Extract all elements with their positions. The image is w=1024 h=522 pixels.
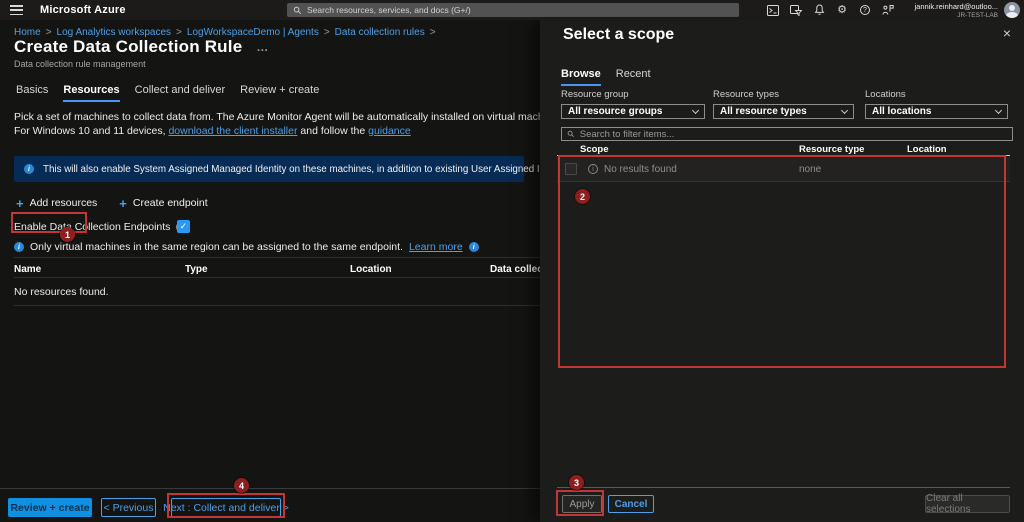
info-icon: i [588,164,598,174]
download-client-installer-link[interactable]: download the client installer [168,125,297,137]
chevron-down-icon [994,106,1003,114]
info-banner-text: This will also enable System Assigned Ma… [43,163,612,175]
scope-empty-row: i No results found none [557,156,1010,182]
tab-recent[interactable]: Recent [616,68,651,86]
search-icon [567,130,574,138]
page-subtitle: Data collection rule management [14,59,146,69]
locations-dropdown[interactable]: All locations [865,104,1008,119]
hamburger-menu-icon[interactable] [10,5,24,15]
tab-review-create[interactable]: Review + create [240,84,319,102]
scope-table-header: Scope Resource type Location [557,144,1010,156]
topbar-icons: ⚙ ? [767,0,894,20]
search-icon [293,6,302,14]
account-tenant: JR-TEST-LAB [957,12,998,19]
tab-basics[interactable]: Basics [16,84,48,102]
top-bar: Microsoft Azure ⚙ ? jannik.reinhard@outl… [0,0,1024,20]
tab-collect-and-deliver[interactable]: Collect and deliver [135,84,226,102]
locations-label: Locations [865,89,906,100]
breadcrumb-separator: > [429,27,436,38]
panel-tabs: Browse Recent [561,68,651,86]
cloud-shell-icon[interactable] [767,4,779,16]
annotation-badge-1: 1 [60,227,75,242]
plus-icon: + [16,195,24,211]
feedback-icon[interactable] [882,4,894,16]
resource-types-dropdown[interactable]: All resource types [713,104,854,119]
account-info[interactable]: jannik.reinhard@outloo... JR-TEST-LAB [915,2,999,19]
directory-filter-icon[interactable] [790,4,802,16]
enable-dce-label: Enable Data Collection Endpoints [14,221,171,233]
add-resources-button[interactable]: + Add resources [16,197,97,210]
filter-items-input[interactable] [579,128,1007,140]
region-note-text: Only virtual machines in the same region… [30,241,403,253]
notifications-bell-icon[interactable] [813,4,825,16]
guidance-link[interactable]: guidance [368,125,411,137]
account-email: jannik.reinhard@outloo... [914,2,999,11]
cancel-button[interactable]: Cancel [608,495,654,513]
panel-title: Select a scope [563,26,675,43]
column-scope: Scope [580,144,609,155]
resource-group-dropdown[interactable]: All resource groups [561,104,705,119]
settings-gear-icon[interactable]: ⚙ [836,4,848,16]
select-scope-panel: Select a scope × Browse Recent Resource … [540,20,1024,522]
chevron-down-icon [840,106,849,114]
annotation-badge-2: 2 [575,189,590,204]
enable-dce-checkbox[interactable]: ✓ [177,220,190,233]
column-location: Location [907,144,947,155]
info-icon: i [14,242,24,252]
panel-footer-divider [557,487,1010,488]
column-type: Type [185,264,208,275]
help-icon[interactable]: ? [859,4,871,16]
command-bar: + Add resources + Create endpoint [16,194,208,212]
column-location: Location [350,264,392,275]
resource-types-filter: Resource types All resource types [713,89,854,119]
clear-all-selections-button[interactable]: Clear all selections [925,493,1010,515]
global-search-input[interactable] [307,5,733,15]
page-title: Create Data Collection Rule [14,37,243,56]
tab-browse[interactable]: Browse [561,68,601,86]
chevron-down-icon [691,106,700,114]
plus-icon: + [119,195,127,211]
row-checkbox[interactable] [565,163,577,175]
close-icon[interactable]: × [1003,25,1011,41]
intro-text-line2: For Windows 10 and 11 devices, download … [14,125,411,137]
breadcrumb-separator: > [323,27,330,38]
info-icon: i [24,164,34,174]
tab-resources[interactable]: Resources [63,84,120,102]
column-name: Name [14,264,42,275]
learn-more-link[interactable]: Learn more [409,241,463,253]
review-create-button[interactable]: Review + create [8,498,92,517]
azure-portal-screen: Microsoft Azure ⚙ ? jannik.reinhard@outl… [0,0,1024,522]
resource-types-label: Resource types [713,89,780,100]
locations-filter: Locations All locations [865,89,1008,119]
enable-dce-row: Enable Data Collection Endpoints i [14,221,187,233]
region-note: i Only virtual machines in the same regi… [14,241,479,253]
info-icon: i [468,242,479,252]
resource-group-filter: Resource group All resource groups [561,89,705,119]
avatar[interactable] [1004,2,1020,18]
breadcrumb-dcr[interactable]: Data collection rules [335,27,425,38]
resource-type-none: none [799,164,822,175]
global-search[interactable] [287,3,739,17]
column-resource-type: Resource type [799,144,865,155]
create-endpoint-button[interactable]: + Create endpoint [119,197,207,210]
wizard-footer: Review + create < Previous Next : Collec… [0,488,540,522]
wizard-tabs: Basics Resources Collect and deliver Rev… [16,84,319,102]
resource-group-label: Resource group [561,89,629,100]
apply-button[interactable]: Apply [562,495,602,513]
brand-title[interactable]: Microsoft Azure [40,4,126,16]
filter-items-search[interactable] [561,127,1013,141]
annotation-badge-4: 4 [234,478,249,493]
no-results-text: No results found [604,164,677,175]
more-options-icon[interactable]: … [256,40,268,54]
annotation-badge-3: 3 [569,475,584,490]
next-collect-deliver-button[interactable]: Next : Collect and deliver > [163,498,289,517]
info-banner: i This will also enable System Assigned … [14,156,612,182]
previous-button[interactable]: < Previous [101,498,156,517]
